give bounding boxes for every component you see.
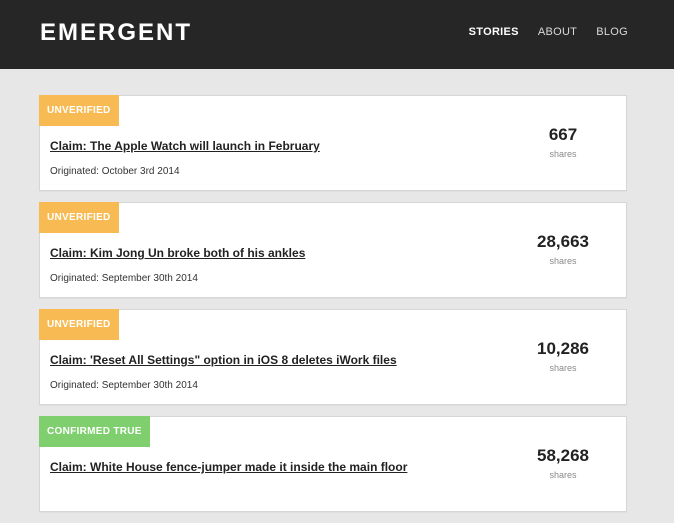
story-card: UNVERIFIED Claim: Kim Jong Un broke both…: [39, 202, 627, 298]
share-count-label: shares: [549, 363, 577, 373]
story-card: UNVERIFIED Claim: 'Reset All Settings" o…: [39, 309, 627, 405]
share-count-label: shares: [549, 470, 577, 480]
story-card: UNVERIFIED Claim: The Apple Watch will l…: [39, 95, 627, 191]
share-count-number: 58,268: [537, 446, 589, 465]
site-logo[interactable]: EMERGENT: [40, 19, 192, 47]
claim-link[interactable]: Claim: White House fence-jumper made it …: [50, 460, 407, 474]
status-badge: UNVERIFIED: [39, 309, 119, 340]
originated-date: Originated: September 30th 2014: [50, 380, 198, 391]
story-list: UNVERIFIED Claim: The Apple Watch will l…: [39, 95, 627, 523]
story-card: CONFIRMED TRUE Claim: White House fence-…: [39, 416, 627, 512]
main-nav: STORIES ABOUT BLOG: [469, 26, 628, 38]
share-count-number: 28,663: [537, 232, 589, 251]
share-count: 10,286 shares: [518, 339, 608, 373]
share-count: 667 shares: [518, 125, 608, 159]
share-count-number: 10,286: [537, 339, 589, 358]
share-count-label: shares: [549, 256, 577, 266]
share-count-label: shares: [549, 149, 577, 159]
top-bar: EMERGENT STORIES ABOUT BLOG: [0, 0, 674, 69]
share-count: 28,663 shares: [518, 232, 608, 266]
claim-link[interactable]: Claim: The Apple Watch will launch in Fe…: [50, 139, 320, 153]
nav-blog[interactable]: BLOG: [596, 26, 628, 38]
claim-link[interactable]: Claim: 'Reset All Settings" option in iO…: [50, 353, 397, 367]
share-count-number: 667: [548, 125, 578, 144]
claim-link[interactable]: Claim: Kim Jong Un broke both of his ank…: [50, 246, 305, 260]
status-badge: UNVERIFIED: [39, 95, 119, 126]
nav-stories[interactable]: STORIES: [469, 26, 519, 38]
status-badge: CONFIRMED TRUE: [39, 416, 150, 447]
nav-about[interactable]: ABOUT: [538, 26, 577, 38]
originated-date: Originated: October 3rd 2014: [50, 166, 180, 177]
originated-date: Originated: September 30th 2014: [50, 273, 198, 284]
status-badge: UNVERIFIED: [39, 202, 119, 233]
share-count: 58,268 shares: [518, 446, 608, 480]
